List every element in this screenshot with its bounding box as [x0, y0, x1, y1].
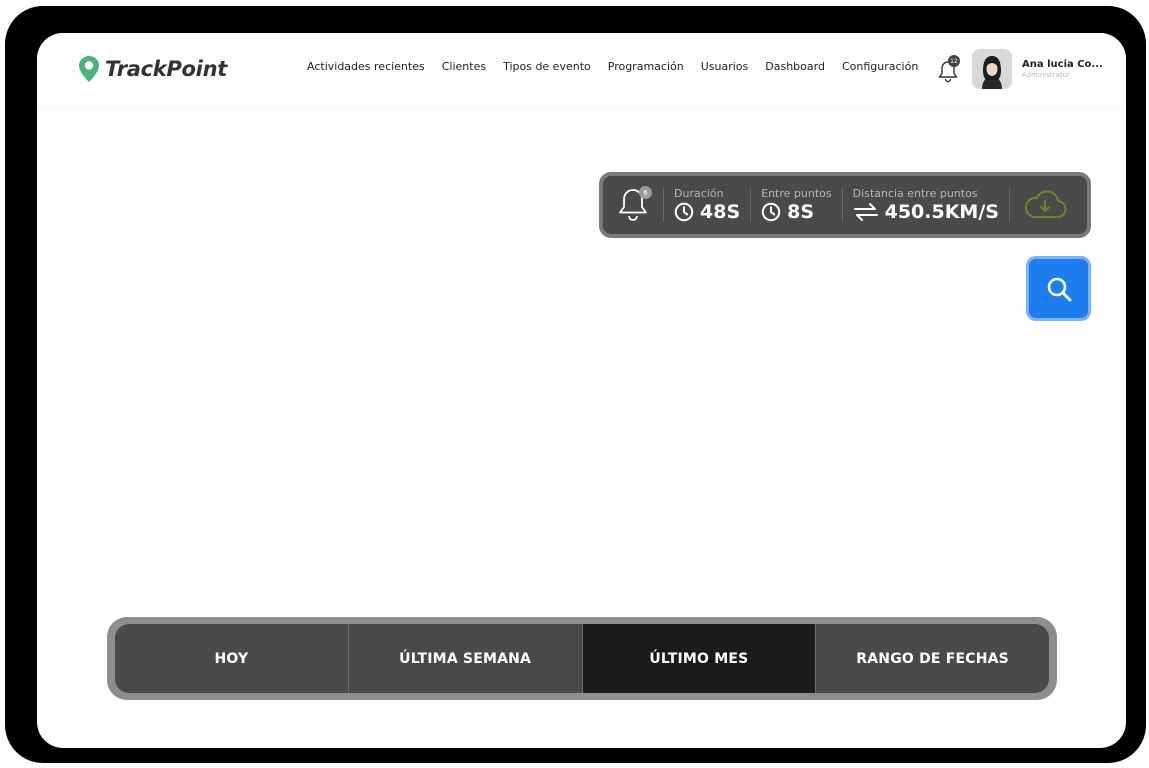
clock-icon [761, 202, 781, 222]
stat-distance: Distancia entre puntos 450.5KM/S [843, 187, 1009, 223]
main-nav: Actividades recientes Clientes Tipos de … [307, 60, 918, 73]
map-pin-icon [79, 56, 99, 82]
alerts-badge: 6 [639, 186, 652, 199]
brand-logo[interactable]: TrackPoint [77, 55, 227, 83]
stat-duration-label: Duración [674, 187, 724, 200]
nav-item-tipos-evento[interactable]: Tipos de evento [503, 60, 591, 73]
stat-duration: Duración 48S [664, 187, 750, 223]
alerts-button[interactable]: 6 [603, 176, 663, 234]
avatar[interactable] [972, 49, 1012, 89]
brand-name: TrackPoint [105, 57, 227, 81]
top-header: TrackPoint Actividades recientes Cliente… [37, 33, 1126, 105]
stat-between-points: Entre puntos 8S [751, 187, 841, 223]
trip-stats-panel: 6 Duración 48S Entre puntos 8S Distancia… [599, 172, 1091, 238]
notifications-button[interactable]: 12 [937, 55, 963, 83]
device-frame: TrackPoint Actividades recientes Cliente… [5, 6, 1146, 763]
search-button[interactable] [1026, 256, 1091, 321]
range-today-button[interactable]: HOY [115, 624, 349, 693]
notification-badge: 12 [948, 55, 960, 67]
range-last-month-button[interactable]: ÚLTIMO MES [582, 624, 817, 693]
nav-item-dashboard[interactable]: Dashboard [765, 60, 825, 73]
user-avatar-icon [972, 49, 1012, 89]
nav-item-actividades[interactable]: Actividades recientes [307, 60, 425, 73]
nav-item-clientes[interactable]: Clientes [442, 60, 486, 73]
date-range-selector: HOY ÚLTIMA SEMANA ÚLTIMO MES RANGO DE FE… [107, 617, 1057, 700]
stat-between-points-label: Entre puntos [761, 187, 832, 200]
stat-duration-value: 48S [700, 201, 741, 223]
user-info[interactable]: Ana lucia Co... Administrator [1022, 59, 1103, 79]
nav-item-configuracion[interactable]: Configuración [842, 60, 918, 73]
stat-between-points-value: 8S [787, 201, 815, 223]
stat-distance-label: Distancia entre puntos [852, 187, 978, 200]
stat-distance-value: 450.5KM/S [884, 201, 999, 223]
range-custom-dates-button[interactable]: RANGO DE FECHAS [816, 624, 1049, 693]
app-screen: TrackPoint Actividades recientes Cliente… [37, 33, 1126, 748]
nav-item-programacion[interactable]: Programación [608, 60, 684, 73]
nav-item-usuarios[interactable]: Usuarios [701, 60, 749, 73]
cloud-download-button[interactable] [1010, 176, 1080, 234]
range-last-week-button[interactable]: ÚLTIMA SEMANA [349, 624, 583, 693]
cloud-download-icon [1024, 190, 1067, 218]
arrows-exchange-icon [853, 203, 878, 221]
clock-icon [674, 202, 694, 222]
user-name: Ana lucia Co... [1022, 59, 1103, 70]
search-icon [1047, 277, 1071, 301]
user-role: Administrator [1022, 71, 1070, 79]
